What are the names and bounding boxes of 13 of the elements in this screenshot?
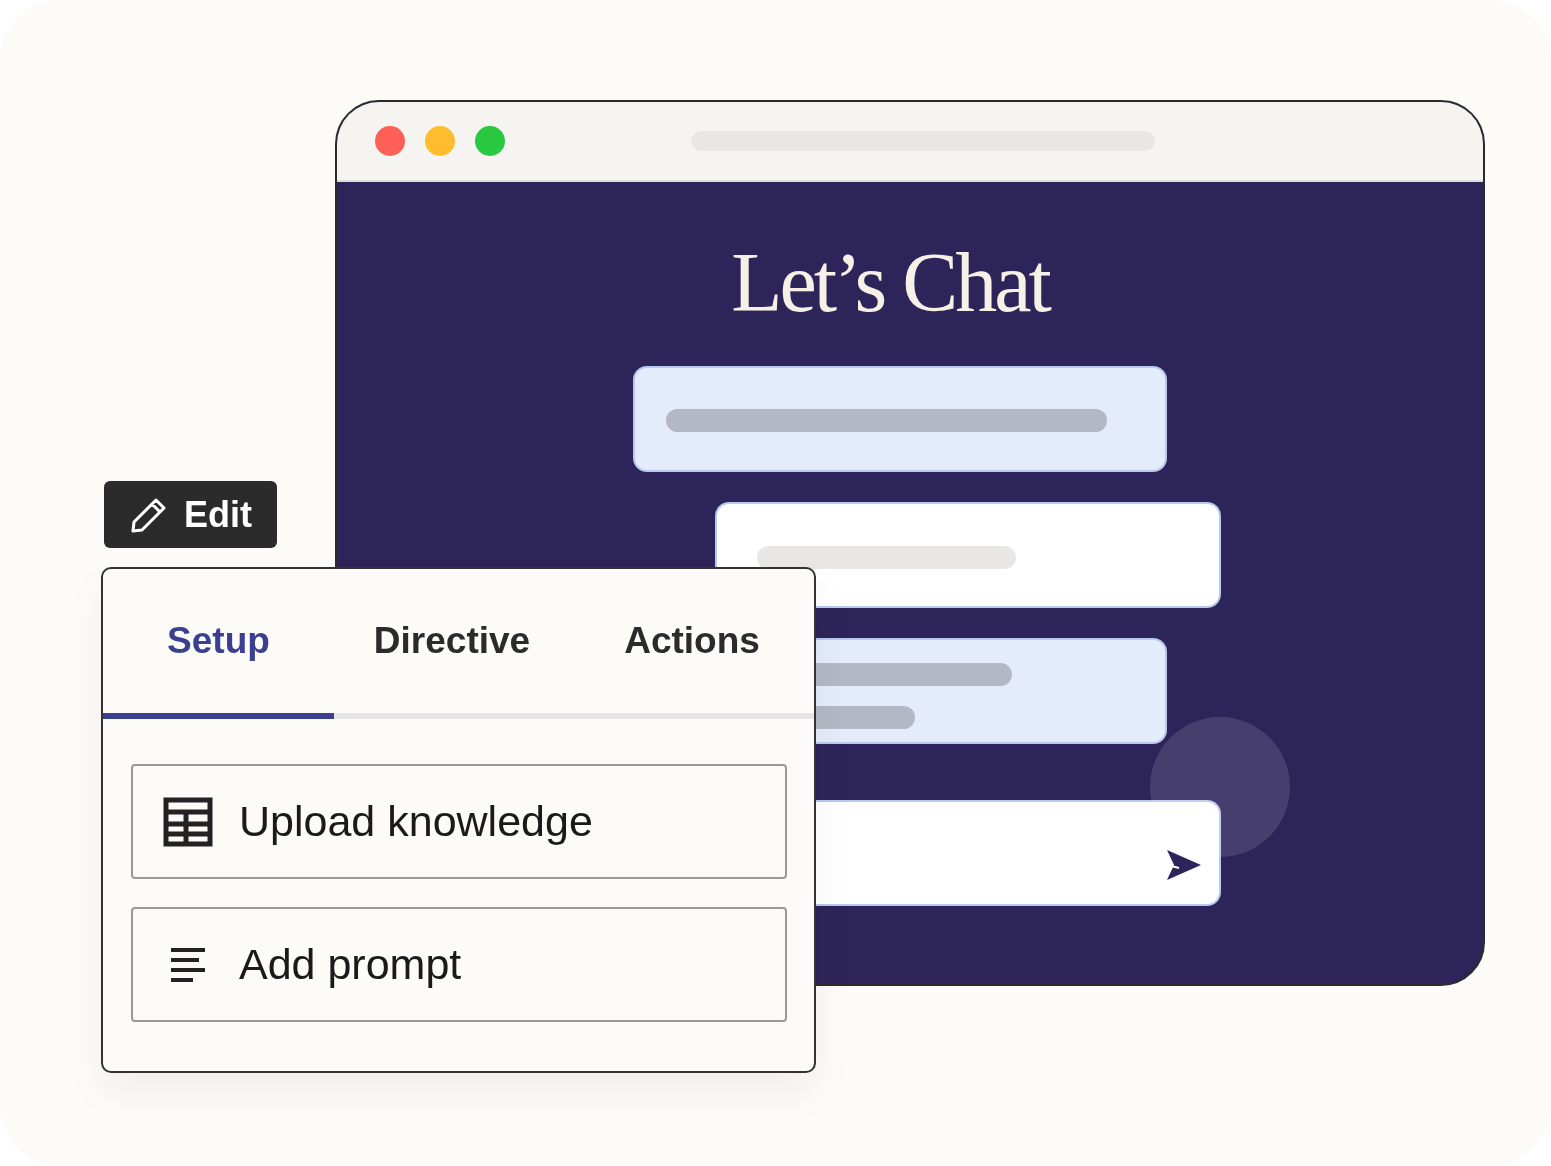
minimize-button[interactable] [425, 126, 455, 156]
edit-button[interactable]: Edit [104, 481, 277, 548]
tab[interactable]: Actions [570, 569, 814, 719]
close-button[interactable] [375, 126, 405, 156]
send-icon [1165, 848, 1203, 882]
message-input[interactable] [815, 800, 1221, 906]
maximize-button[interactable] [475, 126, 505, 156]
chat-title: Let’s Chat [730, 235, 1051, 331]
tab[interactable]: Directive [334, 569, 570, 719]
tab[interactable]: Setup [103, 569, 334, 719]
action-button[interactable]: Add prompt [131, 907, 787, 1022]
action-button[interactable]: Upload knowledge [131, 764, 787, 879]
table-icon [163, 796, 213, 847]
